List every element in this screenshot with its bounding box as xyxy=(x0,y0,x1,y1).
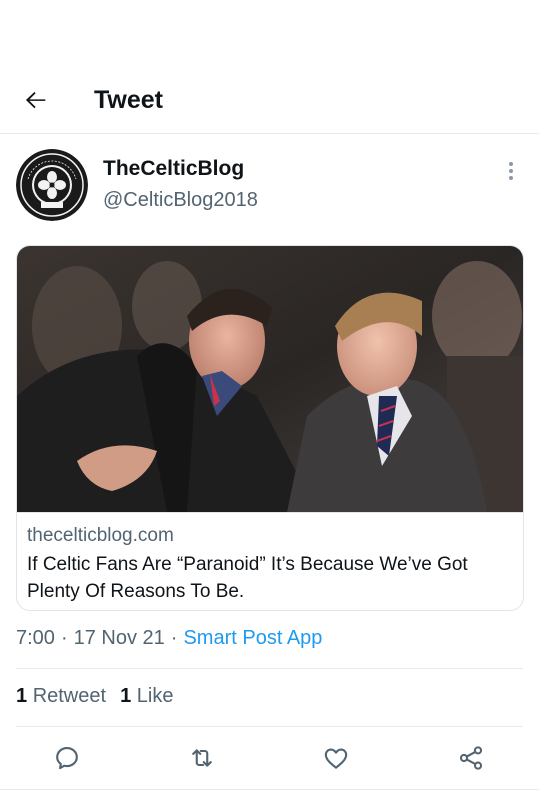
more-options-icon[interactable] xyxy=(499,159,523,183)
reply-icon xyxy=(56,747,78,770)
tweet-actions xyxy=(0,741,539,775)
divider xyxy=(16,726,523,727)
separator: · xyxy=(60,627,68,649)
card-title: If Celtic Fans Are “Paranoid” It’s Becau… xyxy=(27,554,468,602)
divider xyxy=(0,789,539,790)
card-domain: thecelticblog.com xyxy=(27,525,174,546)
like-label: Like xyxy=(136,685,174,707)
like-icon xyxy=(324,748,348,769)
separator: · xyxy=(170,627,178,649)
card-body: thecelticblog.com If Celtic Fans Are “Pa… xyxy=(17,512,523,610)
tweet-author: TheCelticBlog @CelticBlog2018 xyxy=(16,149,523,223)
link-card[interactable]: thecelticblog.com If Celtic Fans Are “Pa… xyxy=(16,245,524,611)
like-button[interactable] xyxy=(319,741,353,775)
tweet-time[interactable]: 7:00 xyxy=(16,627,55,649)
card-image xyxy=(17,246,523,512)
retweet-label: Retweet xyxy=(32,685,107,707)
user-handle[interactable]: @CelticBlog2018 xyxy=(103,189,258,212)
tweet-date[interactable]: 17 Nov 21 xyxy=(74,627,165,649)
retweet-count-link[interactable]: 1 Retweet xyxy=(16,685,106,707)
avatar[interactable] xyxy=(16,149,88,221)
page-title: Tweet xyxy=(94,86,163,114)
share-button[interactable] xyxy=(454,741,488,775)
like-count-link[interactable]: 1 Like xyxy=(120,685,173,707)
tweet-stats: 1 Retweet 1 Like xyxy=(16,685,173,708)
tweet-header: Tweet xyxy=(0,62,539,134)
source-app-link[interactable]: Smart Post App xyxy=(183,627,322,649)
like-count: 1 xyxy=(120,685,132,707)
arrow-left-icon xyxy=(25,91,46,109)
share-icon xyxy=(459,746,483,770)
display-name[interactable]: TheCelticBlog xyxy=(103,157,244,181)
divider xyxy=(16,668,523,669)
reply-button[interactable] xyxy=(50,741,84,775)
retweet-icon xyxy=(192,749,212,767)
tweet-metadata: 7:00 · 17 Nov 21 · Smart Post App xyxy=(16,627,322,650)
retweet-button[interactable] xyxy=(185,741,219,775)
retweet-count: 1 xyxy=(16,685,28,707)
celtic-crest-logo xyxy=(16,149,88,221)
back-button[interactable] xyxy=(20,84,52,116)
